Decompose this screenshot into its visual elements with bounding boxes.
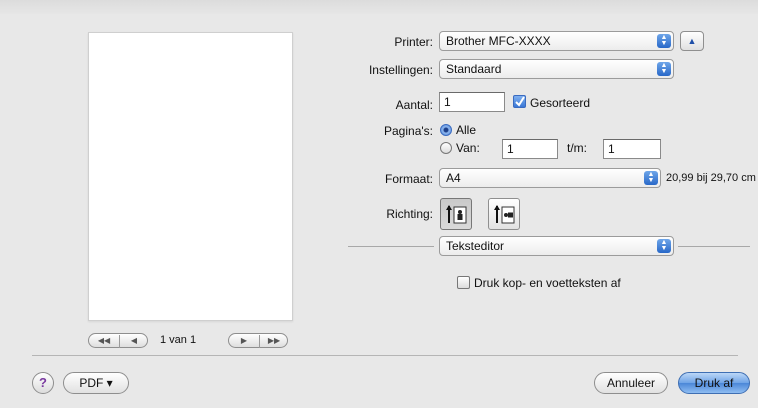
print-preview-page bbox=[88, 32, 293, 321]
settings-label: Instellingen: bbox=[368, 63, 433, 77]
footer-divider bbox=[32, 355, 738, 356]
triangle-up-icon: ▲ bbox=[687, 36, 697, 46]
next-page-icon[interactable]: ▶ bbox=[229, 334, 259, 347]
collated-label: Gesorteerd bbox=[530, 96, 591, 110]
pages-to-field[interactable]: 1 bbox=[603, 139, 661, 159]
previous-page-icon[interactable]: ◀ bbox=[120, 334, 148, 347]
help-icon: ? bbox=[39, 375, 47, 390]
orientation-label: Richting: bbox=[386, 207, 433, 221]
copies-field[interactable]: 1 bbox=[439, 92, 505, 112]
pages-all-label: Alle bbox=[456, 123, 477, 137]
section-popup[interactable]: Teksteditor ▲ ▼ bbox=[439, 236, 674, 256]
section-value: Teksteditor bbox=[446, 239, 505, 253]
popup-arrows-icon: ▲ ▼ bbox=[657, 239, 671, 253]
pages-all-radio[interactable] bbox=[440, 124, 452, 136]
portrait-icon bbox=[446, 205, 467, 224]
landscape-icon bbox=[494, 205, 515, 224]
toolbar-strip bbox=[0, 0, 758, 14]
settings-value: Standaard bbox=[446, 62, 502, 76]
pdf-menu-button[interactable]: PDF ▾ bbox=[63, 372, 129, 394]
paper-dimensions: 20,99 bij 29,70 cm bbox=[666, 172, 756, 184]
popup-arrows-icon: ▲ ▼ bbox=[657, 34, 671, 48]
pages-range-radio[interactable] bbox=[440, 142, 452, 154]
orientation-landscape-button[interactable] bbox=[488, 198, 520, 230]
preview-back-group: ◀◀ ◀ bbox=[88, 333, 148, 348]
printer-popup[interactable]: Brother MFC-XXXX ▲ ▼ bbox=[439, 31, 674, 51]
first-page-icon[interactable]: ◀◀ bbox=[89, 334, 119, 347]
orientation-portrait-button[interactable] bbox=[440, 198, 472, 230]
section-divider-right bbox=[678, 246, 750, 247]
preview-forward-group: ▶ ▶▶ bbox=[228, 333, 288, 348]
page-indicator: 1 van 1 bbox=[160, 334, 197, 346]
pages-label: Pagina's: bbox=[384, 124, 433, 138]
paper-size-popup[interactable]: A4 ▲ ▼ bbox=[439, 168, 661, 188]
pages-from-field[interactable]: 1 bbox=[502, 139, 558, 159]
printer-label: Printer: bbox=[394, 35, 433, 49]
paper-size-value: A4 bbox=[446, 171, 461, 185]
copies-label: Aantal: bbox=[395, 98, 433, 112]
paper-size-label: Formaat: bbox=[384, 172, 433, 186]
popup-arrows-icon: ▲ ▼ bbox=[644, 171, 658, 185]
section-divider-left bbox=[348, 246, 434, 247]
header-footer-checkbox[interactable] bbox=[457, 276, 470, 289]
pages-from-label: Van: bbox=[456, 141, 480, 155]
print-button[interactable]: Druk af bbox=[678, 372, 750, 394]
printer-value: Brother MFC-XXXX bbox=[446, 34, 551, 48]
cancel-button[interactable]: Annuleer bbox=[594, 372, 668, 394]
disclosure-button[interactable]: ▲ bbox=[680, 31, 704, 51]
settings-popup[interactable]: Standaard ▲ ▼ bbox=[439, 59, 674, 79]
collated-checkbox[interactable] bbox=[513, 95, 526, 108]
help-button[interactable]: ? bbox=[32, 372, 54, 394]
popup-arrows-icon: ▲ ▼ bbox=[657, 62, 671, 76]
checkmark-icon bbox=[515, 96, 525, 107]
pages-to-label: t/m: bbox=[567, 141, 587, 155]
header-footer-label: Druk kop- en voetteksten af bbox=[474, 276, 621, 290]
last-page-icon[interactable]: ▶▶ bbox=[260, 334, 288, 347]
